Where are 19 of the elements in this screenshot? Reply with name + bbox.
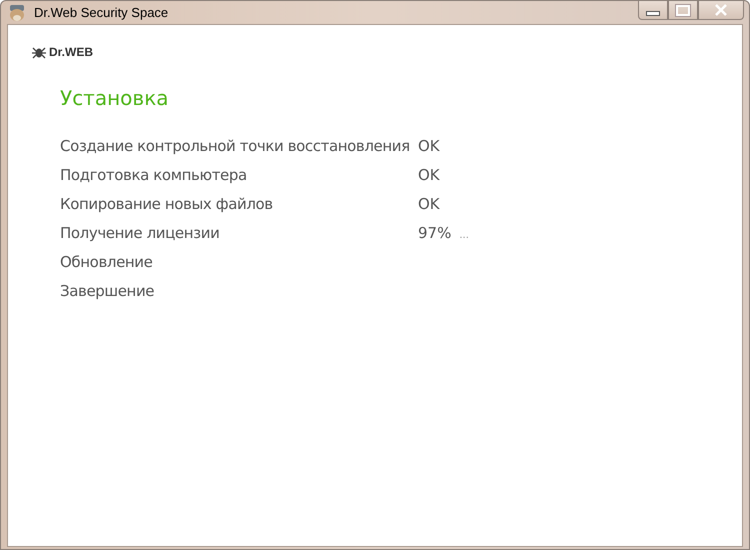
- minimize-button[interactable]: [638, 1, 668, 20]
- step-label: Копирование новых файлов: [60, 195, 274, 213]
- heading: Установка: [60, 86, 170, 110]
- step-label: Подготовка компьютера: [60, 166, 248, 184]
- step-status: OK: [418, 137, 440, 155]
- step-label: Обновление: [60, 253, 154, 271]
- step-label: Создание контрольной точки восстановления: [60, 137, 411, 155]
- step-status: 97%: [418, 224, 452, 242]
- maximize-button[interactable]: [668, 1, 698, 20]
- close-icon: [714, 4, 728, 16]
- step-label: Получение лицензии: [60, 224, 220, 242]
- step-label: Завершение: [60, 282, 156, 300]
- spider-icon: [32, 46, 46, 58]
- activity-indicator: ...: [459, 230, 469, 241]
- step-status: OK: [418, 195, 440, 213]
- step-status: OK: [418, 166, 440, 184]
- close-button[interactable]: [698, 1, 744, 20]
- window-title: Dr.Web Security Space: [34, 5, 168, 20]
- logo-text: Dr.WEB: [49, 45, 94, 59]
